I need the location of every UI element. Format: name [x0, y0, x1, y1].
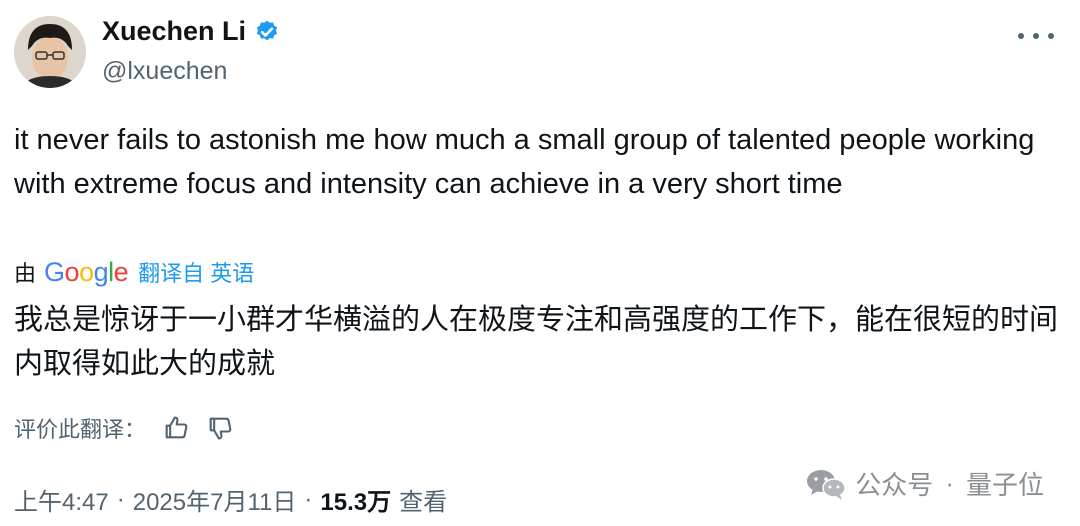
watermark-source: 公众号 [855, 470, 934, 500]
watermark-name: 量子位 [965, 470, 1044, 500]
rate-translation-label: 评价此翻译： [14, 417, 147, 442]
watermark: 公众号 · 量子位 [805, 465, 1044, 502]
view-count: 15.3万 [320, 489, 392, 516]
avatar[interactable] [14, 16, 86, 88]
view-label: 查看 [399, 489, 448, 516]
tweet-date[interactable]: 2025年7月11日 [133, 482, 297, 517]
tweet-text: it never fails to astonish me how much a… [14, 124, 1035, 200]
watermark-separator: · [945, 468, 954, 498]
thumbs-down-icon[interactable] [206, 414, 234, 442]
author-name[interactable]: Xuechen Li [102, 16, 246, 47]
tweet-time[interactable]: 上午4:47 [14, 482, 109, 517]
meta-separator: · [304, 485, 313, 513]
thumbs-up-icon[interactable] [162, 414, 190, 442]
tweet-meta: 上午4:47 · 2025年7月11日 · 15.3万 查看 [14, 482, 447, 517]
google-logo: Google [44, 256, 129, 287]
wechat-icon [807, 469, 847, 500]
translation-attribution: 由 Google 翻译自 英语 [14, 256, 254, 288]
translated-text: 我总是惊讶于一小群才华横溢的人在极度专注和高强度的工作下，能在很短的时间内取得如… [14, 304, 1059, 380]
author-name-row[interactable]: Xuechen Li [102, 16, 280, 47]
rate-translation-row: 评价此翻译： [14, 412, 234, 444]
meta-separator: · [116, 485, 125, 513]
more-icon[interactable] [1018, 24, 1054, 48]
avatar-image [14, 16, 86, 88]
author-handle[interactable]: @lxuechen [102, 57, 227, 86]
translated-from-link[interactable]: 翻译自 英语 [138, 256, 254, 288]
translated-by-label: 由 [14, 261, 37, 286]
verified-badge-icon [256, 20, 278, 40]
